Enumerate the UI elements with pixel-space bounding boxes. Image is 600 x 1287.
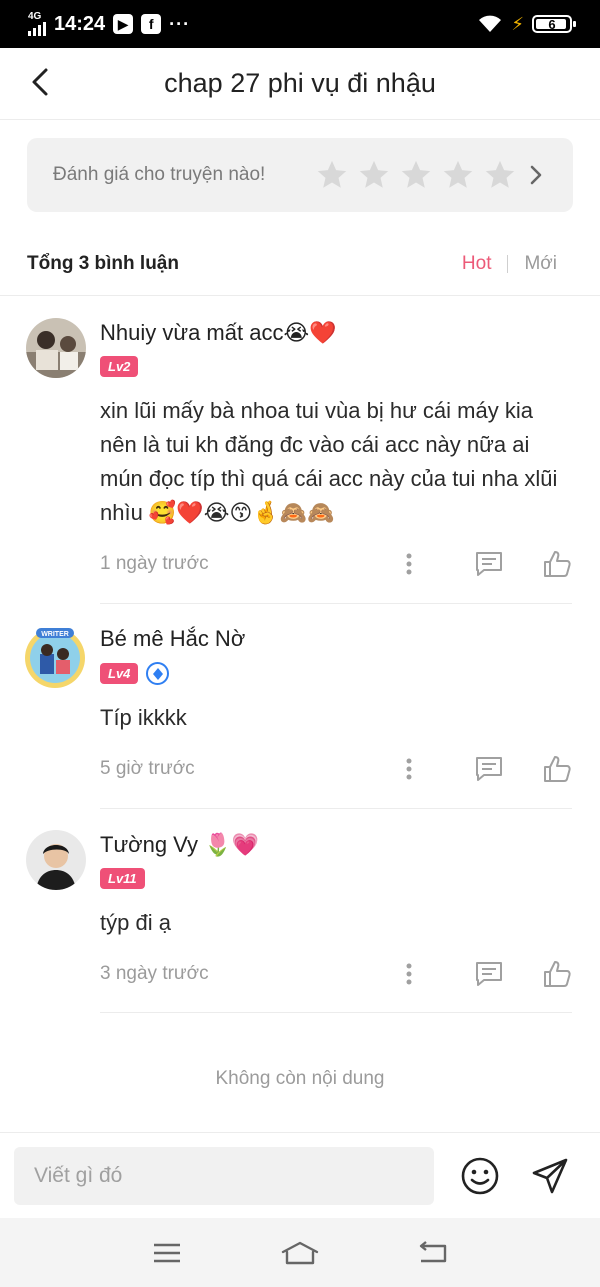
like-button[interactable] (542, 549, 572, 579)
comment-time: 1 ngày trước (100, 553, 209, 574)
comment-actions (394, 959, 572, 989)
level-badge: Lv11 (100, 868, 145, 889)
star-icon[interactable] (441, 158, 475, 192)
chevron-right-icon (530, 165, 542, 185)
menu-button[interactable] (147, 1236, 187, 1270)
reply-button[interactable] (474, 754, 504, 784)
comment-composer (0, 1132, 600, 1218)
like-button[interactable] (542, 754, 572, 784)
comment-meta: 3 ngày trước (100, 958, 572, 990)
signal-bars-icon (28, 22, 46, 36)
badges: Lv11 (100, 868, 145, 889)
more-options-button[interactable] (394, 549, 424, 579)
avatar[interactable] (26, 318, 86, 378)
send-icon (532, 1158, 568, 1193)
avatar[interactable]: WRITER (22, 624, 88, 690)
star-icon[interactable] (483, 158, 517, 192)
more-vertical-icon (406, 963, 412, 985)
avatar-frame-label: WRITER (41, 631, 69, 638)
thumbs-up-icon (544, 961, 571, 987)
sort-tabs: Hot Mới (462, 253, 573, 275)
page-title: chap 27 phi vụ đi nhậu (164, 68, 436, 98)
comments-count: Tổng 3 bình luận (27, 253, 179, 274)
comment-icon (476, 962, 502, 986)
comment-time: 3 ngày trước (100, 963, 209, 984)
avatar[interactable] (26, 830, 86, 890)
wifi-icon (479, 15, 502, 32)
comment-divider (100, 1012, 572, 1013)
tab-divider (507, 255, 509, 273)
badges: Lv2 (100, 356, 139, 377)
thumbs-up-icon (544, 756, 571, 782)
comment-actions (394, 549, 572, 579)
comment-meta: 5 giờ trước (100, 753, 572, 785)
commenter-name[interactable]: Tường Vy 🌷💗 (100, 832, 259, 858)
network-type: 4G (28, 11, 42, 22)
commenter-name[interactable]: Bé mê Hắc Nờ (100, 626, 245, 652)
level-badge: Lv2 (100, 356, 139, 377)
more-options-button[interactable] (394, 959, 424, 989)
comments-sheet: chap 27 phi vụ đi nhậu Đánh giá cho truy… (0, 48, 600, 1218)
system-nav-bar (0, 1218, 600, 1287)
comment-divider (100, 603, 572, 604)
cellular-signal: 4G (28, 12, 46, 36)
reply-button[interactable] (474, 549, 504, 579)
commenter-name[interactable]: Nhuiy vừa mất acc😭❤️ (100, 320, 337, 346)
battery-icon: 6 (532, 15, 576, 33)
status-bar: 4G 14:24 ▶ f ··· ⚡ 6 (0, 0, 600, 48)
emoji-button[interactable] (460, 1156, 500, 1196)
facebook-icon: f (141, 14, 162, 34)
system-back-button[interactable] (413, 1236, 453, 1270)
back-button[interactable] (22, 64, 58, 100)
end-of-list-label: Không còn nội dung (215, 1068, 385, 1089)
star-icon[interactable] (315, 158, 349, 192)
rating-stars (315, 158, 517, 192)
comment-icon (476, 757, 502, 781)
home-button[interactable] (280, 1236, 320, 1270)
comments-count-row: Tổng 3 bình luận Hot Mới (27, 248, 573, 280)
header: chap 27 phi vụ đi nhậu (0, 48, 600, 120)
menu-icon (153, 1243, 180, 1262)
back-arrow-icon (420, 1240, 447, 1262)
comment-actions (394, 754, 572, 784)
more-notifications-icon: ··· (169, 13, 191, 34)
rating-bar[interactable]: Đánh giá cho truyện nào! (27, 138, 573, 212)
comment-text: Típ ikkkk (100, 705, 187, 730)
send-button[interactable] (530, 1156, 570, 1196)
star-icon[interactable] (357, 158, 391, 192)
rating-label: Đánh giá cho truyện nào! (53, 164, 266, 185)
comment-icon (476, 552, 502, 576)
comment-text: týp đi ạ (100, 910, 171, 935)
comment-time: 5 giờ trước (100, 758, 195, 779)
like-button[interactable] (542, 959, 572, 989)
home-icon (281, 1241, 319, 1264)
clock: 14:24 (54, 12, 106, 35)
reply-button[interactable] (474, 959, 504, 989)
more-options-button[interactable] (394, 754, 424, 784)
more-vertical-icon (406, 553, 412, 575)
verified-badge-icon (146, 662, 170, 685)
badges: Lv4 (100, 662, 170, 685)
divider (0, 295, 600, 296)
more-vertical-icon (406, 758, 412, 780)
youtube-icon: ▶ (113, 14, 134, 34)
comment-meta: 1 ngày trước (100, 548, 572, 580)
level-badge: Lv4 (100, 663, 139, 684)
battery-level: 6 (548, 16, 556, 32)
tab-new[interactable]: Mới (524, 253, 573, 275)
chevron-left-icon (32, 68, 48, 96)
comment-text: xin lũi mấy bà nhoa tui vùa bị hư cái má… (100, 398, 558, 525)
tab-hot[interactable]: Hot (462, 253, 492, 275)
smiley-icon (461, 1157, 499, 1194)
star-icon[interactable] (399, 158, 433, 192)
charging-icon: ⚡ (511, 13, 524, 34)
comment-input[interactable] (14, 1146, 434, 1205)
comment-divider (100, 808, 572, 809)
thumbs-up-icon (544, 551, 571, 577)
